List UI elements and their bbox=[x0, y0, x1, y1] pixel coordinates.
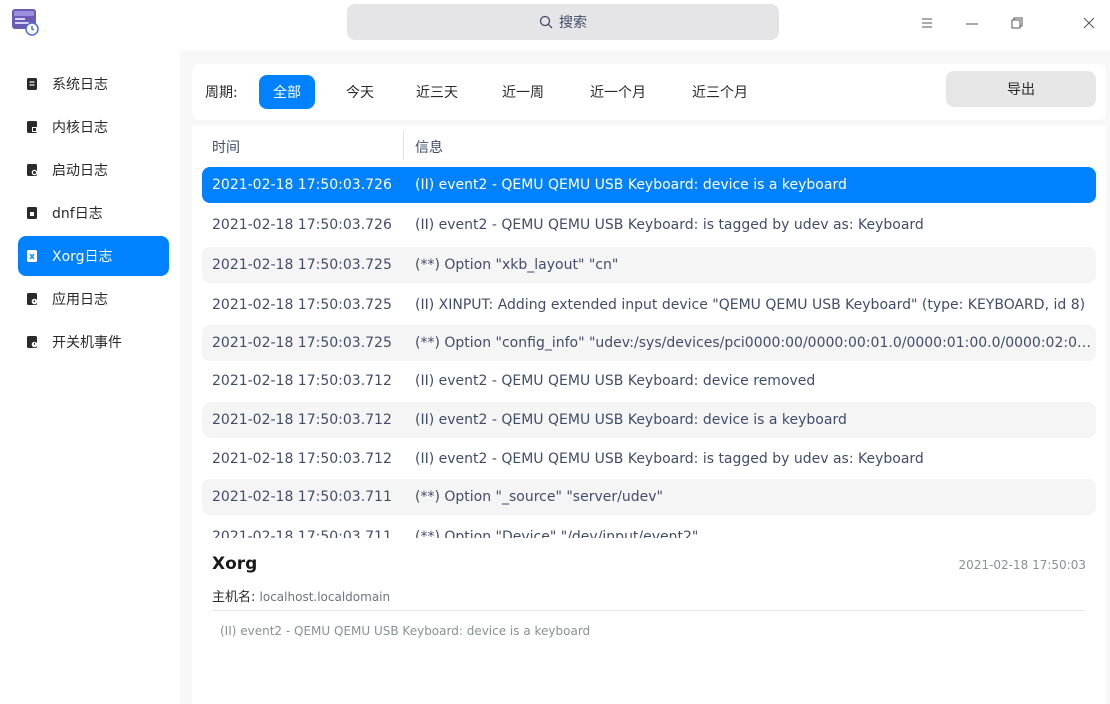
sidebar-item-label: 内核日志 bbox=[52, 120, 108, 136]
row-info: (II) event2 - QEMU QEMU USB Keyboard: is… bbox=[415, 217, 924, 233]
period-label: 周期: bbox=[205, 85, 238, 101]
sidebar-item-boot-log[interactable]: 启动日志 bbox=[18, 150, 169, 190]
minimize-button[interactable] bbox=[957, 8, 987, 38]
row-info: (II) XINPUT: Adding extended input devic… bbox=[415, 297, 1086, 313]
row-time: 2021-02-18 17:50:03.725 bbox=[212, 257, 392, 273]
period-3days-button[interactable]: 近三天 bbox=[402, 75, 472, 109]
row-info: (**) Option "xkb_layout" "cn" bbox=[415, 257, 619, 273]
table-row[interactable]: 2021-02-18 17:50:03.711 (**) Option "Dev… bbox=[202, 519, 1096, 538]
row-time: 2021-02-18 17:50:03.725 bbox=[212, 297, 392, 313]
log-detail-panel: Xorg 2021-02-18 17:50:03 主机名: localhost.… bbox=[192, 538, 1106, 704]
sidebar-item-dnf-log[interactable]: dnf日志 bbox=[18, 193, 169, 233]
column-header-time[interactable]: 时间 bbox=[212, 137, 240, 157]
sidebar-item-label: 开关机事件 bbox=[52, 335, 122, 351]
table-row[interactable]: 2021-02-18 17:50:03.711 (**) Option "_so… bbox=[202, 479, 1096, 515]
detail-timestamp: 2021-02-18 17:50:03 bbox=[958, 558, 1086, 572]
column-divider[interactable] bbox=[403, 130, 404, 160]
period-month-button[interactable]: 近一个月 bbox=[576, 75, 660, 109]
document-icon bbox=[27, 250, 37, 262]
row-info: (II) event2 - QEMU QEMU USB Keyboard: de… bbox=[415, 373, 816, 389]
row-time: 2021-02-18 17:50:03.726 bbox=[212, 177, 392, 193]
sidebar-item-xorg-log[interactable]: Xorg日志 bbox=[18, 236, 169, 276]
export-button[interactable]: 导出 bbox=[946, 71, 1096, 107]
sidebar-item-label: dnf日志 bbox=[52, 206, 103, 222]
table-row[interactable]: 2021-02-18 17:50:03.712 (II) event2 - QE… bbox=[202, 441, 1096, 477]
row-time: 2021-02-18 17:50:03.725 bbox=[212, 335, 392, 351]
period-all-button[interactable]: 全部 bbox=[259, 75, 315, 109]
sidebar-item-label: 启动日志 bbox=[52, 163, 108, 179]
table-row[interactable]: 2021-02-18 17:50:03.725 (II) XINPUT: Add… bbox=[202, 287, 1096, 323]
row-time: 2021-02-18 17:50:03.711 bbox=[212, 529, 392, 538]
row-time: 2021-02-18 17:50:03.726 bbox=[212, 217, 392, 233]
search-input[interactable]: 搜索 bbox=[347, 4, 779, 40]
row-time: 2021-02-18 17:50:03.712 bbox=[212, 412, 392, 428]
row-time: 2021-02-18 17:50:03.712 bbox=[212, 451, 392, 467]
menu-button[interactable] bbox=[912, 8, 942, 38]
detail-message: (II) event2 - QEMU QEMU USB Keyboard: de… bbox=[220, 624, 591, 638]
row-time: 2021-02-18 17:50:03.711 bbox=[212, 489, 392, 505]
log-table: 时间 信息 2021-02-18 17:50:03.726 (II) event… bbox=[192, 126, 1106, 538]
period-today-button[interactable]: 今天 bbox=[332, 75, 388, 109]
close-button[interactable] bbox=[1074, 8, 1104, 38]
table-row[interactable]: 2021-02-18 17:50:03.712 (II) event2 - QE… bbox=[202, 402, 1096, 438]
column-header-info[interactable]: 信息 bbox=[415, 137, 443, 157]
document-icon bbox=[27, 164, 38, 176]
period-3months-button[interactable]: 近三个月 bbox=[678, 75, 762, 109]
table-row[interactable]: 2021-02-18 17:50:03.712 (II) event2 - QE… bbox=[202, 363, 1096, 399]
table-row[interactable]: 2021-02-18 17:50:03.726 (II) event2 - QE… bbox=[202, 167, 1096, 203]
restore-icon bbox=[1011, 17, 1023, 29]
close-icon bbox=[1083, 17, 1095, 29]
search-placeholder: 搜索 bbox=[559, 15, 587, 31]
restore-button[interactable] bbox=[1002, 8, 1032, 38]
detail-host: 主机名: localhost.localdomain bbox=[212, 586, 390, 605]
document-icon bbox=[27, 207, 37, 219]
detail-divider bbox=[212, 610, 1085, 611]
row-info: (II) event2 - QEMU QEMU USB Keyboard: is… bbox=[415, 451, 924, 467]
detail-title: Xorg bbox=[212, 554, 258, 574]
sidebar-item-label: 系统日志 bbox=[52, 77, 108, 93]
table-row[interactable]: 2021-02-18 17:50:03.726 (II) event2 - QE… bbox=[202, 207, 1096, 243]
period-week-button[interactable]: 近一周 bbox=[488, 75, 558, 109]
sidebar-item-label: 应用日志 bbox=[52, 292, 108, 308]
document-icon bbox=[27, 336, 38, 348]
app-icon[interactable] bbox=[10, 6, 40, 36]
row-info: (**) Option "_source" "server/udev" bbox=[415, 489, 663, 505]
row-time: 2021-02-18 17:50:03.712 bbox=[212, 373, 392, 389]
host-label: 主机名: bbox=[212, 590, 256, 605]
sidebar-item-power-events[interactable]: 开关机事件 bbox=[18, 322, 169, 362]
document-icon bbox=[27, 78, 37, 90]
host-value: localhost.localdomain bbox=[259, 590, 391, 604]
document-icon bbox=[27, 293, 38, 305]
row-info: (**) Option "Device" "/dev/input/event2" bbox=[415, 529, 699, 538]
document-icon bbox=[27, 121, 37, 133]
search-icon bbox=[539, 15, 553, 29]
minimize-icon bbox=[966, 23, 978, 25]
title-bar: 搜索 bbox=[0, 0, 1110, 50]
sidebar-item-system-log[interactable]: 系统日志 bbox=[18, 64, 169, 104]
row-info: (II) event2 - QEMU QEMU USB Keyboard: de… bbox=[415, 177, 847, 193]
menu-icon bbox=[922, 18, 932, 28]
table-row[interactable]: 2021-02-18 17:50:03.725 (**) Option "xkb… bbox=[202, 247, 1096, 283]
sidebar-item-kernel-log[interactable]: 内核日志 bbox=[18, 107, 169, 147]
sidebar: 系统日志 内核日志 启动日志 dnf日志 Xorg日志 应用日志 开关机事件 bbox=[0, 50, 180, 704]
table-row[interactable]: 2021-02-18 17:50:03.725 (**) Option "con… bbox=[202, 325, 1096, 361]
row-info: (**) Option "config_info" "udev:/sys/dev… bbox=[415, 335, 1091, 351]
sidebar-item-app-log[interactable]: 应用日志 bbox=[18, 279, 169, 319]
sidebar-item-label: Xorg日志 bbox=[52, 249, 113, 265]
period-filter-bar: 周期: 全部 今天 近三天 近一周 近一个月 近三个月 导出 bbox=[192, 64, 1106, 120]
row-info: (II) event2 - QEMU QEMU USB Keyboard: de… bbox=[415, 412, 847, 428]
table-header: 时间 信息 bbox=[192, 126, 1106, 164]
